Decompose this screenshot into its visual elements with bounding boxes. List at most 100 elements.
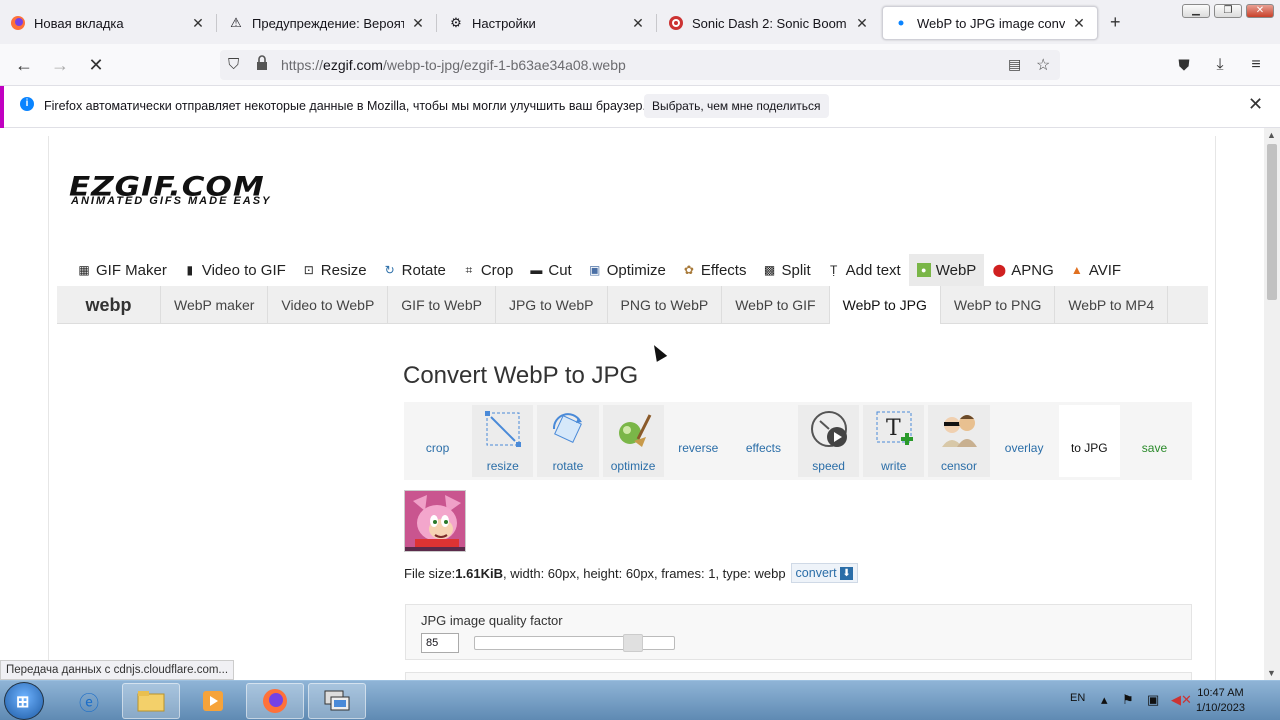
- clock-time: 10:47 AM: [1197, 687, 1244, 699]
- remote-desktop-icon[interactable]: [308, 683, 366, 719]
- tool-overlay[interactable]: overlay: [994, 405, 1055, 477]
- optimize-icon: ▣: [589, 263, 601, 277]
- close-tab-icon[interactable]: ✕: [190, 15, 206, 32]
- scroll-up-icon[interactable]: ▲: [1267, 130, 1276, 140]
- tool-rotate[interactable]: rotate: [537, 405, 599, 477]
- flag-icon[interactable]: ⚑: [1122, 692, 1134, 708]
- back-arrow-icon[interactable]: ←: [11, 53, 37, 77]
- volume-muted-icon[interactable]: ◀✕: [1171, 692, 1192, 708]
- language-indicator[interactable]: EN: [1070, 692, 1085, 704]
- menu-effects[interactable]: ✿ Effects: [674, 254, 755, 286]
- submenu-webp-to-png[interactable]: WebP to PNG: [941, 286, 1056, 324]
- censor-tool-icon: [942, 415, 978, 447]
- resize-icon: ⊡: [303, 263, 314, 277]
- tool-resize[interactable]: resize: [472, 405, 534, 477]
- convert-button[interactable]: convert ⬇: [790, 563, 859, 584]
- tool-optimize[interactable]: optimize: [602, 405, 664, 477]
- menu-gif-maker[interactable]: ▦ GIF Maker: [69, 254, 175, 286]
- menu-split[interactable]: ▩ Split: [754, 254, 818, 286]
- reader-view-icon[interactable]: ▤: [1008, 56, 1021, 73]
- menu-video-to-gif[interactable]: ▮ Video to GIF: [175, 254, 294, 286]
- media-player-icon[interactable]: [184, 683, 242, 719]
- menu-icon[interactable]: ≡: [1243, 53, 1269, 77]
- forward-arrow-icon[interactable]: →: [47, 53, 73, 77]
- quality-slider[interactable]: [474, 634, 675, 652]
- tool-speed[interactable]: speed: [798, 405, 860, 477]
- image-preview[interactable]: [404, 490, 466, 552]
- system-clock[interactable]: 10:47 AM 1/10/2023: [1196, 686, 1245, 716]
- menu-apng[interactable]: ⬤ APNG: [984, 254, 1062, 286]
- quality-input[interactable]: 85: [421, 633, 459, 653]
- shield-icon[interactable]: ⛉: [228, 56, 239, 73]
- close-tab-icon[interactable]: ✕: [854, 15, 870, 32]
- downloads-icon[interactable]: ⤓: [1207, 53, 1233, 77]
- minimize-button[interactable]: ▁: [1182, 4, 1210, 18]
- page-scrollbar[interactable]: ▲ ▼: [1264, 128, 1280, 680]
- close-tab-icon[interactable]: ✕: [630, 15, 646, 32]
- menu-webp[interactable]: ● WebP: [908, 254, 985, 286]
- tool-label: reverse: [678, 441, 719, 455]
- menu-avif[interactable]: ▲ AVIF: [1062, 254, 1129, 286]
- submenu-webp-to-gif[interactable]: WebP to GIF: [722, 286, 830, 324]
- tool-censor[interactable]: censor: [928, 405, 990, 477]
- close-icon[interactable]: ✕: [1248, 94, 1263, 115]
- close-window-button[interactable]: ✕: [1246, 4, 1274, 18]
- tab-warning[interactable]: ⚠ Предупреждение: Вероятная ✕: [218, 6, 436, 40]
- submenu-jpg-to-webp[interactable]: JPG to WebP: [496, 286, 608, 324]
- show-hidden-icons-icon[interactable]: ▴: [1101, 692, 1108, 708]
- notification-bar: i Firefox автоматически отправляет некот…: [0, 86, 1280, 128]
- bookmark-star-icon[interactable]: ☆: [1036, 55, 1050, 75]
- webp-icon: ●: [916, 263, 931, 277]
- menu-crop[interactable]: ⌗ Crop: [454, 254, 522, 286]
- tool-write[interactable]: T write: [863, 405, 925, 477]
- submenu-gif-to-webp[interactable]: GIF to WebP: [388, 286, 496, 324]
- tab-title: Новая вкладка: [34, 15, 124, 31]
- choose-data-button[interactable]: Выбрать, чем мне поделиться: [644, 94, 829, 118]
- tool-to-jpg[interactable]: to JPG: [1058, 405, 1120, 477]
- file-explorer-icon[interactable]: [122, 683, 180, 719]
- tab-sonic-dash[interactable]: Sonic Dash 2: Sonic Boom | So ✕: [658, 6, 880, 40]
- menu-add-text[interactable]: Ṭ Add text: [819, 254, 909, 286]
- rotate-icon: ↻: [384, 263, 395, 277]
- address-bar[interactable]: ⛉ https://ezgif.com/webp-to-jpg/ezgif-1-…: [220, 50, 1060, 80]
- scroll-down-icon[interactable]: ▼: [1267, 668, 1276, 678]
- new-tab-button[interactable]: +: [1110, 12, 1121, 33]
- tool-crop[interactable]: crop: [407, 405, 468, 477]
- maximize-button[interactable]: ❐: [1214, 4, 1242, 18]
- tool-reverse[interactable]: reverse: [668, 405, 729, 477]
- submenu-video-to-webp[interactable]: Video to WebP: [268, 286, 389, 324]
- lock-icon[interactable]: [256, 55, 268, 74]
- tab-webp-to-jpg[interactable]: WebP to JPG image converter - ✕: [882, 6, 1098, 40]
- tab-new-tab[interactable]: Новая вкладка ✕: [0, 6, 216, 40]
- submenu-webp-to-jpg[interactable]: WebP to JPG: [829, 286, 941, 324]
- webp-logo[interactable]: webp: [57, 286, 161, 324]
- stop-loading-icon[interactable]: ✕: [83, 53, 109, 77]
- tab-settings[interactable]: ⚙ Настройки ✕: [438, 6, 656, 40]
- internet-explorer-icon[interactable]: ⓔ: [60, 683, 118, 719]
- pocket-icon[interactable]: ⛊: [1171, 53, 1197, 77]
- scrollbar-thumb[interactable]: [1267, 144, 1277, 300]
- download-arrow-icon: ⬇: [840, 567, 854, 581]
- submenu-webp-maker[interactable]: WebP maker: [161, 286, 269, 324]
- loading-dot-icon: [893, 15, 909, 31]
- options-panel: [405, 672, 1192, 680]
- close-tab-icon[interactable]: ✕: [410, 15, 426, 32]
- slider-handle[interactable]: [623, 634, 643, 652]
- menu-rotate[interactable]: ↻ Rotate: [375, 254, 454, 286]
- firefox-taskbar-icon[interactable]: [246, 683, 304, 719]
- resize-tool-icon: [485, 411, 522, 447]
- submenu-webp-to-mp4[interactable]: WebP to MP4: [1055, 286, 1169, 324]
- menu-resize[interactable]: ⊡ Resize: [294, 254, 375, 286]
- start-button[interactable]: ⊞: [4, 682, 44, 720]
- text-icon: Ṭ: [830, 263, 838, 277]
- tool-save[interactable]: save: [1124, 405, 1185, 477]
- close-tab-icon[interactable]: ✕: [1071, 15, 1087, 32]
- menu-cut[interactable]: ▬ Cut: [521, 254, 579, 286]
- submenu-png-to-webp[interactable]: PNG to WebP: [608, 286, 723, 324]
- url-text[interactable]: https://ezgif.com/webp-to-jpg/ezgif-1-b6…: [281, 57, 626, 73]
- network-icon[interactable]: ▣: [1147, 692, 1159, 708]
- menu-optimize[interactable]: ▣ Optimize: [580, 254, 674, 286]
- rotate-tool-icon: [553, 413, 583, 443]
- tool-effects[interactable]: effects: [733, 405, 794, 477]
- url-path: /webp-to-jpg/ezgif-1-b63ae34a08.webp: [382, 57, 626, 73]
